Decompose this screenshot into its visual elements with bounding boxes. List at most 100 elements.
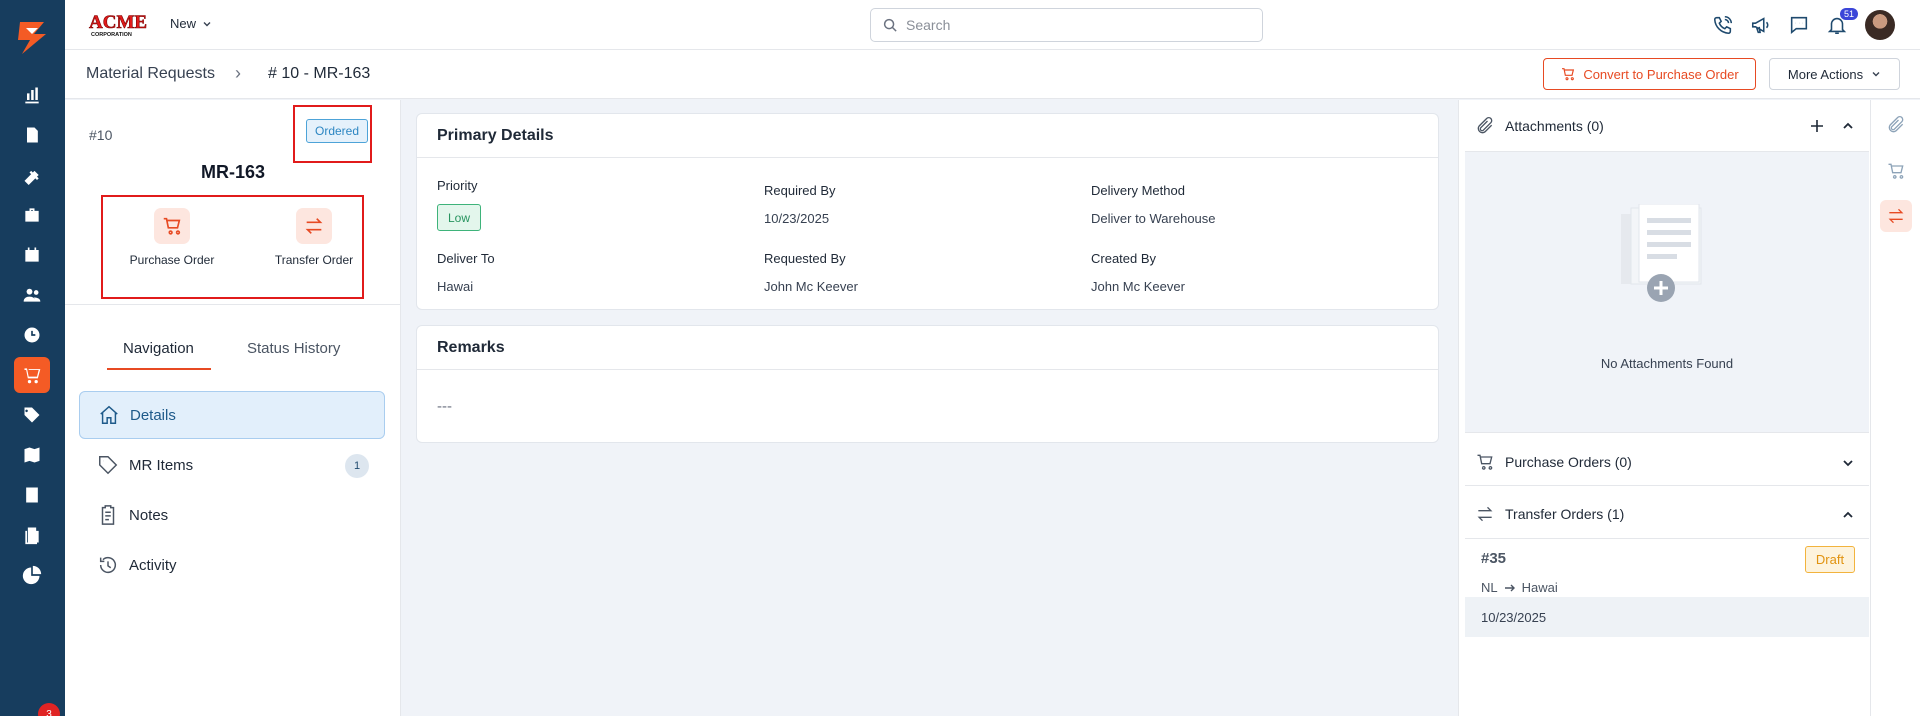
related-records-panel: Attachments (0) No Attachments Found Pur… [1458, 100, 1870, 716]
home-icon [100, 405, 118, 424]
tag-icon [99, 456, 118, 475]
bell-icon[interactable]: 51 [1824, 8, 1859, 38]
clock-icon[interactable] [14, 317, 50, 353]
deliver-to-value: Hawai [437, 279, 474, 294]
active-tab-indicator [107, 368, 211, 370]
tab-status-history[interactable]: Status History [247, 340, 340, 357]
notification-count-badge: 51 [1840, 8, 1859, 20]
acme-brand-logo[interactable]: ACME CORPORATION [87, 10, 149, 38]
transfer-order-number: #35 [1481, 550, 1507, 567]
chevron-down-icon [1872, 72, 1880, 77]
purchase-order-quick-action[interactable]: Purchase Order [117, 208, 227, 267]
primary-details-title: Primary Details [417, 114, 1438, 158]
breadcrumb-material-requests[interactable]: Material Requests [86, 65, 215, 83]
created-by-label: Created By [1091, 251, 1157, 266]
attachments-empty-text: No Attachments Found [1600, 356, 1734, 371]
megaphone-icon[interactable] [1748, 12, 1774, 38]
new-menu-label: New [170, 16, 197, 31]
nav-item-mr-items[interactable]: MR Items 1 [79, 441, 385, 489]
search-icon [883, 18, 897, 32]
tools-icon[interactable] [14, 157, 50, 193]
chevron-up-icon[interactable] [1841, 508, 1855, 522]
transfer-order-label: Transfer Order [274, 253, 354, 267]
arrow-right-icon [1504, 584, 1515, 591]
transfer-order-status-badge: Draft [1805, 546, 1855, 573]
analytics-pie-icon[interactable] [14, 557, 50, 593]
cart-dollar-icon[interactable] [1880, 155, 1912, 187]
tab-navigation[interactable]: Navigation [123, 340, 194, 357]
delivery-method-value: Deliver to Warehouse [1091, 211, 1216, 226]
invoice-icon[interactable] [14, 477, 50, 513]
top-bar: ACME CORPORATION New 51 [65, 0, 1920, 50]
remarks-value: --- [437, 398, 452, 415]
calendar-icon[interactable] [14, 237, 50, 273]
divider [1465, 538, 1869, 539]
chevron-up-icon[interactable] [1841, 119, 1855, 133]
cart-dollar-icon [1562, 68, 1575, 81]
attachments-empty-state: No Attachments Found [1465, 152, 1869, 432]
convert-button-label: Convert to Purchase Order [1583, 66, 1739, 82]
nav-item-label: Activity [129, 556, 177, 574]
route-to: Hawai [1521, 580, 1558, 595]
divider [1465, 432, 1869, 433]
chat-icon[interactable] [1786, 12, 1812, 38]
transfer-arrows-icon [1477, 506, 1493, 522]
created-by-value: John Mc Keever [1091, 279, 1185, 294]
brand-sub: CORPORATION [91, 32, 132, 38]
nav-item-notes[interactable]: Notes [79, 491, 385, 539]
purchase-orders-title: Purchase Orders (0) [1505, 454, 1632, 470]
remarks-title: Remarks [417, 326, 1438, 370]
chevron-down-icon[interactable] [1841, 456, 1855, 470]
work-orders-icon[interactable] [14, 117, 50, 153]
purchasing-cart-icon[interactable] [14, 357, 50, 393]
nav-item-label: Notes [129, 506, 169, 524]
purchase-order-label: Purchase Order [129, 253, 215, 267]
divider [1465, 485, 1869, 486]
people-icon[interactable] [14, 277, 50, 313]
tag-icon[interactable] [14, 397, 50, 433]
transfer-orders-header[interactable]: Transfer Orders (1) [1465, 488, 1869, 540]
record-title: MR-163 [200, 162, 266, 182]
app-logo[interactable] [12, 18, 52, 58]
empty-documents-icon [1621, 204, 1702, 302]
primary-details-card: Primary Details Priority Low Required By… [416, 113, 1439, 310]
page-header: Material Requests › # 10 - MR-163 Conver… [65, 50, 1920, 99]
nav-item-activity[interactable]: Activity [79, 541, 385, 589]
convert-to-purchase-order-button[interactable]: Convert to Purchase Order [1543, 58, 1756, 90]
nav-item-label: MR Items [129, 456, 194, 474]
breadcrumb-current: # 10 - MR-163 [268, 65, 371, 82]
cart-dollar-icon [154, 208, 190, 244]
required-by-value: 10/23/2025 [764, 211, 830, 226]
mr-items-count-badge: 1 [345, 454, 369, 478]
transfer-order-quick-action[interactable]: Transfer Order [259, 208, 369, 267]
assets-icon[interactable] [14, 197, 50, 233]
right-quick-strip [1870, 100, 1920, 716]
global-search[interactable] [870, 8, 1263, 42]
priority-label: Priority [437, 178, 478, 193]
phone-icon[interactable] [1710, 12, 1736, 38]
chevron-down-icon [203, 21, 211, 26]
user-avatar[interactable] [1865, 10, 1895, 40]
documents-icon[interactable] [14, 517, 50, 553]
purchase-orders-header[interactable]: Purchase Orders (0) [1465, 436, 1869, 488]
search-input[interactable] [906, 17, 1236, 33]
more-actions-label: More Actions [1787, 66, 1864, 82]
deliver-to-label: Deliver To [437, 251, 495, 266]
map-icon[interactable] [14, 437, 50, 473]
requested-by-label: Requested By [764, 251, 846, 266]
add-attachment-icon[interactable] [1809, 118, 1825, 134]
cart-dollar-icon [1477, 454, 1493, 470]
transfer-order-date: 10/23/2025 [1465, 597, 1869, 637]
reports-icon[interactable] [14, 77, 50, 113]
new-menu[interactable]: New [170, 16, 212, 31]
brand-text: ACME [89, 12, 147, 33]
more-actions-button[interactable]: More Actions [1769, 58, 1900, 90]
priority-badge: Low [437, 204, 481, 231]
paperclip-icon[interactable] [1880, 109, 1912, 141]
required-by-label: Required By [764, 183, 836, 198]
requested-by-value: John Mc Keever [764, 279, 858, 294]
transfer-order-item[interactable]: #35 Draft NL Hawai 10/23/2025 [1465, 540, 1869, 650]
rail-notification-badge: 3 [38, 703, 60, 716]
nav-item-details[interactable]: Details [79, 391, 385, 439]
transfer-arrows-icon[interactable] [1880, 200, 1912, 232]
